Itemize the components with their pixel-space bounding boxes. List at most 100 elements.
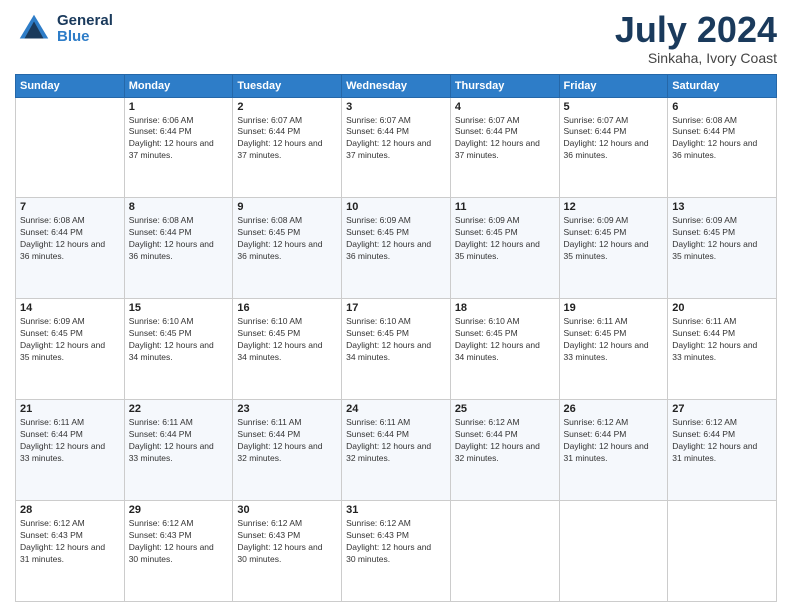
day-number: 13 (672, 201, 772, 213)
day-number: 14 (20, 302, 120, 314)
day-info: Sunrise: 6:07 AMSunset: 6:44 PMDaylight:… (237, 115, 337, 163)
day-number: 2 (237, 101, 337, 113)
day-cell: 6 Sunrise: 6:08 AMSunset: 6:44 PMDayligh… (668, 97, 777, 198)
day-info: Sunrise: 6:08 AMSunset: 6:45 PMDaylight:… (237, 215, 337, 263)
day-number: 30 (237, 504, 337, 516)
day-info: Sunrise: 6:08 AMSunset: 6:44 PMDaylight:… (672, 115, 772, 163)
day-info: Sunrise: 6:10 AMSunset: 6:45 PMDaylight:… (129, 316, 229, 364)
day-number: 20 (672, 302, 772, 314)
month-year: July 2024 (615, 10, 777, 50)
day-cell: 5 Sunrise: 6:07 AMSunset: 6:44 PMDayligh… (559, 97, 668, 198)
day-cell: 27 Sunrise: 6:12 AMSunset: 6:44 PMDaylig… (668, 400, 777, 501)
day-cell: 13 Sunrise: 6:09 AMSunset: 6:45 PMDaylig… (668, 198, 777, 299)
day-info: Sunrise: 6:08 AMSunset: 6:44 PMDaylight:… (129, 215, 229, 263)
day-number: 9 (237, 201, 337, 213)
logo: General Blue (15, 10, 113, 48)
day-number: 27 (672, 403, 772, 415)
col-thursday: Thursday (450, 74, 559, 97)
day-number: 21 (20, 403, 120, 415)
day-cell (450, 501, 559, 602)
day-number: 15 (129, 302, 229, 314)
col-tuesday: Tuesday (233, 74, 342, 97)
day-info: Sunrise: 6:07 AMSunset: 6:44 PMDaylight:… (564, 115, 664, 163)
day-info: Sunrise: 6:11 AMSunset: 6:44 PMDaylight:… (672, 316, 772, 364)
day-number: 8 (129, 201, 229, 213)
day-cell: 15 Sunrise: 6:10 AMSunset: 6:45 PMDaylig… (124, 299, 233, 400)
day-cell: 19 Sunrise: 6:11 AMSunset: 6:45 PMDaylig… (559, 299, 668, 400)
col-monday: Monday (124, 74, 233, 97)
day-info: Sunrise: 6:07 AMSunset: 6:44 PMDaylight:… (346, 115, 446, 163)
logo-icon (15, 10, 53, 48)
day-info: Sunrise: 6:12 AMSunset: 6:44 PMDaylight:… (564, 417, 664, 465)
day-number: 1 (129, 101, 229, 113)
day-cell: 21 Sunrise: 6:11 AMSunset: 6:44 PMDaylig… (16, 400, 125, 501)
day-cell: 8 Sunrise: 6:08 AMSunset: 6:44 PMDayligh… (124, 198, 233, 299)
day-info: Sunrise: 6:11 AMSunset: 6:44 PMDaylight:… (237, 417, 337, 465)
day-number: 19 (564, 302, 664, 314)
day-number: 18 (455, 302, 555, 314)
header: General Blue July 2024 Sinkaha, Ivory Co… (15, 10, 777, 66)
day-cell: 11 Sunrise: 6:09 AMSunset: 6:45 PMDaylig… (450, 198, 559, 299)
day-info: Sunrise: 6:09 AMSunset: 6:45 PMDaylight:… (564, 215, 664, 263)
day-info: Sunrise: 6:09 AMSunset: 6:45 PMDaylight:… (20, 316, 120, 364)
day-info: Sunrise: 6:09 AMSunset: 6:45 PMDaylight:… (346, 215, 446, 263)
day-number: 10 (346, 201, 446, 213)
day-info: Sunrise: 6:11 AMSunset: 6:44 PMDaylight:… (346, 417, 446, 465)
day-number: 7 (20, 201, 120, 213)
day-number: 12 (564, 201, 664, 213)
day-info: Sunrise: 6:10 AMSunset: 6:45 PMDaylight:… (455, 316, 555, 364)
day-number: 6 (672, 101, 772, 113)
day-info: Sunrise: 6:12 AMSunset: 6:43 PMDaylight:… (129, 518, 229, 566)
day-cell: 23 Sunrise: 6:11 AMSunset: 6:44 PMDaylig… (233, 400, 342, 501)
page: General Blue July 2024 Sinkaha, Ivory Co… (0, 0, 792, 612)
day-info: Sunrise: 6:09 AMSunset: 6:45 PMDaylight:… (455, 215, 555, 263)
calendar-table: Sunday Monday Tuesday Wednesday Thursday… (15, 74, 777, 602)
day-number: 11 (455, 201, 555, 213)
day-info: Sunrise: 6:12 AMSunset: 6:44 PMDaylight:… (455, 417, 555, 465)
day-cell: 29 Sunrise: 6:12 AMSunset: 6:43 PMDaylig… (124, 501, 233, 602)
day-cell: 7 Sunrise: 6:08 AMSunset: 6:44 PMDayligh… (16, 198, 125, 299)
day-info: Sunrise: 6:11 AMSunset: 6:44 PMDaylight:… (20, 417, 120, 465)
day-info: Sunrise: 6:12 AMSunset: 6:43 PMDaylight:… (346, 518, 446, 566)
day-cell: 26 Sunrise: 6:12 AMSunset: 6:44 PMDaylig… (559, 400, 668, 501)
week-row-4: 21 Sunrise: 6:11 AMSunset: 6:44 PMDaylig… (16, 400, 777, 501)
day-cell: 9 Sunrise: 6:08 AMSunset: 6:45 PMDayligh… (233, 198, 342, 299)
col-friday: Friday (559, 74, 668, 97)
col-saturday: Saturday (668, 74, 777, 97)
day-number: 24 (346, 403, 446, 415)
day-cell: 30 Sunrise: 6:12 AMSunset: 6:43 PMDaylig… (233, 501, 342, 602)
day-number: 23 (237, 403, 337, 415)
day-number: 17 (346, 302, 446, 314)
day-cell (668, 501, 777, 602)
logo-line2: Blue (57, 29, 113, 46)
day-number: 16 (237, 302, 337, 314)
week-row-2: 7 Sunrise: 6:08 AMSunset: 6:44 PMDayligh… (16, 198, 777, 299)
day-info: Sunrise: 6:12 AMSunset: 6:43 PMDaylight:… (20, 518, 120, 566)
day-number: 3 (346, 101, 446, 113)
day-cell (16, 97, 125, 198)
day-cell: 10 Sunrise: 6:09 AMSunset: 6:45 PMDaylig… (342, 198, 451, 299)
day-cell: 12 Sunrise: 6:09 AMSunset: 6:45 PMDaylig… (559, 198, 668, 299)
day-info: Sunrise: 6:07 AMSunset: 6:44 PMDaylight:… (455, 115, 555, 163)
day-number: 22 (129, 403, 229, 415)
logo-line1: General (57, 13, 113, 30)
day-cell: 14 Sunrise: 6:09 AMSunset: 6:45 PMDaylig… (16, 299, 125, 400)
day-info: Sunrise: 6:10 AMSunset: 6:45 PMDaylight:… (346, 316, 446, 364)
day-info: Sunrise: 6:11 AMSunset: 6:45 PMDaylight:… (564, 316, 664, 364)
title-block: July 2024 Sinkaha, Ivory Coast (615, 10, 777, 66)
day-info: Sunrise: 6:06 AMSunset: 6:44 PMDaylight:… (129, 115, 229, 163)
calendar-body: 1 Sunrise: 6:06 AMSunset: 6:44 PMDayligh… (16, 97, 777, 601)
week-row-3: 14 Sunrise: 6:09 AMSunset: 6:45 PMDaylig… (16, 299, 777, 400)
day-cell (559, 501, 668, 602)
day-info: Sunrise: 6:12 AMSunset: 6:44 PMDaylight:… (672, 417, 772, 465)
day-number: 31 (346, 504, 446, 516)
day-cell: 2 Sunrise: 6:07 AMSunset: 6:44 PMDayligh… (233, 97, 342, 198)
day-number: 25 (455, 403, 555, 415)
day-info: Sunrise: 6:10 AMSunset: 6:45 PMDaylight:… (237, 316, 337, 364)
day-cell: 4 Sunrise: 6:07 AMSunset: 6:44 PMDayligh… (450, 97, 559, 198)
day-cell: 20 Sunrise: 6:11 AMSunset: 6:44 PMDaylig… (668, 299, 777, 400)
day-cell: 31 Sunrise: 6:12 AMSunset: 6:43 PMDaylig… (342, 501, 451, 602)
day-info: Sunrise: 6:11 AMSunset: 6:44 PMDaylight:… (129, 417, 229, 465)
week-row-1: 1 Sunrise: 6:06 AMSunset: 6:44 PMDayligh… (16, 97, 777, 198)
day-cell: 16 Sunrise: 6:10 AMSunset: 6:45 PMDaylig… (233, 299, 342, 400)
